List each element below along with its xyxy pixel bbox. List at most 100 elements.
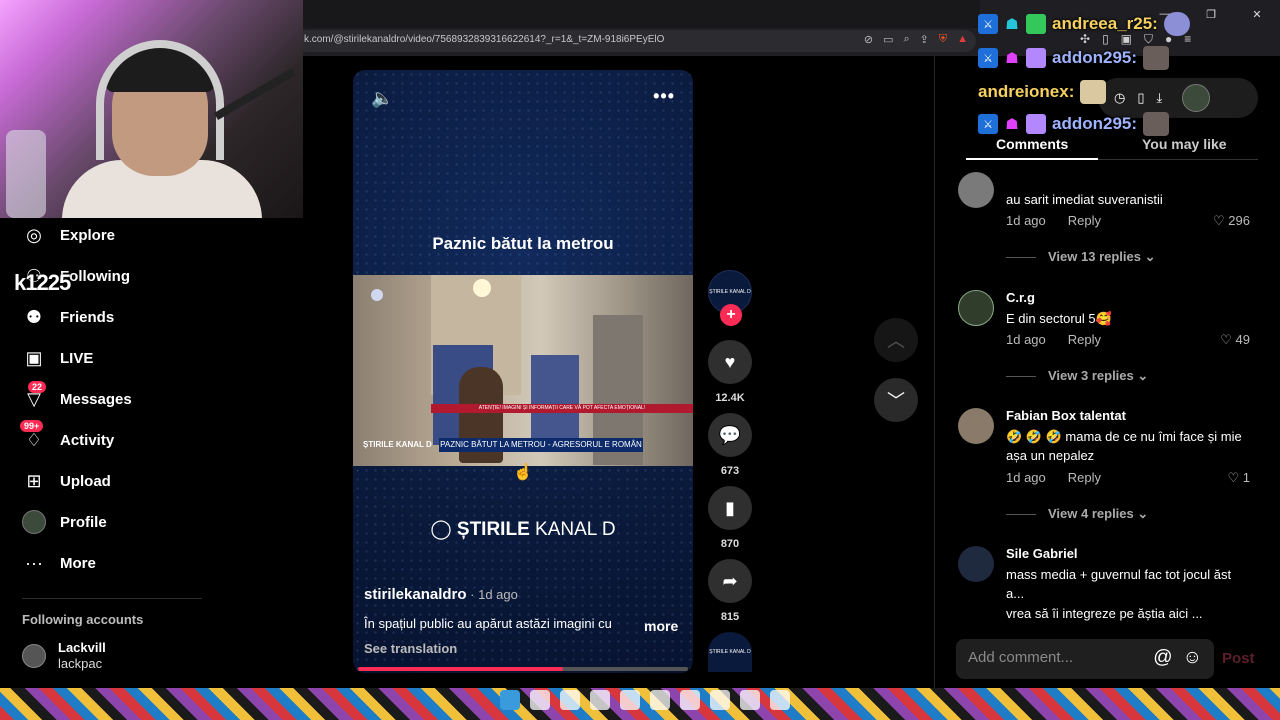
video-progress-bar[interactable] (358, 667, 688, 671)
video-more-icon[interactable]: ••• (653, 86, 675, 107)
nav-live[interactable]: ▣ LIVE (22, 341, 93, 375)
nav-more[interactable]: ··· More (22, 546, 96, 580)
save-count: 870 (720, 538, 740, 550)
taskbar-app-icon[interactable] (650, 690, 670, 710)
next-video-button[interactable]: ﹀ (874, 378, 918, 422)
url-text[interactable]: k.com/@stirilekanaldro/video/75689328393… (304, 34, 664, 45)
nav-friends[interactable]: ⚉ Friends (22, 300, 114, 334)
comment-avatar[interactable] (958, 408, 994, 444)
heart-icon[interactable]: ♥ (708, 340, 752, 384)
nav-activity[interactable]: ♢ 99+ Activity (20, 420, 114, 457)
comment-like[interactable]: ♡ 1 (1227, 470, 1250, 486)
tab-you-may-like[interactable]: You may like (1142, 136, 1227, 152)
comment-like[interactable]: ♡ 49 (1220, 332, 1250, 348)
emoji-icon[interactable]: ☺ (1183, 647, 1202, 669)
nav-upload[interactable]: ⊞ Upload (22, 464, 110, 498)
account-handle: lackpac (58, 656, 103, 671)
bookmark-icon[interactable]: ▮ (708, 486, 752, 530)
close-icon[interactable]: ✕ (1234, 0, 1280, 28)
chevron-up-icon: ︿ (887, 331, 905, 351)
nav-friends-label: Friends (60, 308, 115, 326)
robot-badge-icon: ☗ (1005, 16, 1019, 33)
heart-outline-icon[interactable]: ♡ (1227, 470, 1239, 485)
phone-icon[interactable]: ▯ (1137, 90, 1144, 106)
share-icon[interactable]: ⇪ (920, 33, 929, 46)
compass-icon: ◎ (26, 224, 42, 245)
clip-blue-panel-2 (531, 355, 579, 445)
comment-count: 673 (720, 465, 740, 477)
taskbar-app-icon[interactable] (620, 690, 640, 710)
author-name[interactable]: stirilekanaldro (364, 586, 467, 603)
reply-button[interactable]: Reply (1068, 213, 1101, 228)
like-action[interactable]: ♥ 12.4K (708, 340, 752, 404)
zoom-icon[interactable]: ⌕ (903, 33, 909, 46)
heart-outline-icon[interactable]: ♡ (1213, 213, 1225, 228)
video-caption: În spațiul public au apărut astăzi imagi… (364, 616, 612, 631)
comment-user[interactable]: C.r.g (1006, 290, 1035, 305)
taskbar-app-icon[interactable] (530, 690, 550, 710)
comment-user[interactable]: Fabian Box talentat (1006, 408, 1126, 423)
taskbar-app-icon[interactable] (560, 690, 580, 710)
comment-icon[interactable]: 💬 (708, 413, 752, 457)
previous-video-button[interactable]: ︿ (874, 318, 918, 362)
tab-strip[interactable] (300, 0, 980, 28)
view-replies-button[interactable]: View 13 replies ⌄ (1006, 249, 1156, 265)
save-action[interactable]: ▮ 870 (708, 486, 752, 550)
download-icon[interactable]: ⤓ (1157, 90, 1163, 106)
comment-like[interactable]: ♡ 296 (1213, 213, 1250, 229)
view-replies-button[interactable]: View 3 replies ⌄ (1006, 368, 1148, 384)
robot-badge-icon: ☗ (1005, 50, 1019, 67)
chat-badges: ⚔ ☗ (978, 14, 1046, 34)
comment-avatar[interactable] (958, 290, 994, 326)
brand-light: KANAL D (529, 519, 616, 540)
windows-start-icon[interactable] (500, 690, 520, 710)
clip-logo: ȘTIRILE KANAL D (363, 440, 432, 449)
nav-explore[interactable]: ◎ Explore (22, 218, 115, 252)
nav-live-label: LIVE (60, 349, 94, 367)
right-panel-divider (934, 56, 935, 688)
address-bar[interactable]: k.com/@stirilekanaldro/video/75689328393… (296, 30, 976, 52)
reply-button[interactable]: Reply (1068, 332, 1101, 347)
comment-avatar[interactable] (958, 546, 994, 582)
video-author[interactable]: stirilekanaldro · 1d ago (364, 586, 518, 603)
video-brand: ◯ ȘTIRILE KANAL D (430, 519, 616, 540)
share-action[interactable]: ➦ 815 (708, 559, 752, 623)
comment-avatar[interactable] (958, 172, 994, 208)
nav-profile[interactable]: Profile (22, 505, 107, 539)
taskbar-app-icon[interactable] (590, 690, 610, 710)
brave-shield-icon[interactable]: ⛨ (939, 33, 947, 46)
cast-icon[interactable]: ▭ (883, 33, 893, 46)
next-creator-avatar[interactable]: ȘTIRILE KANAL D (708, 632, 752, 672)
tracking-icon[interactable]: ⊘ (864, 33, 873, 46)
taskbar-app-icon[interactable] (770, 690, 790, 710)
taskbar-app-icon[interactable] (740, 690, 760, 710)
video-player[interactable]: 🔈 ••• Paznic bătut la metrou ATENȚIE! IM… (353, 70, 693, 673)
webcam-overlay (0, 0, 303, 218)
comment-user[interactable]: Sile Gabriel (1006, 546, 1078, 561)
chevron-down-icon: ﹀ (887, 391, 905, 411)
chat-message: ⚔ ☗ addon295: (978, 110, 1170, 138)
chat-message: ⚔ ☗ addon295: (978, 44, 1170, 72)
clock-icon[interactable]: ◷ (1114, 90, 1125, 106)
nav-messages[interactable]: ▽ 22 Messages (22, 381, 132, 416)
restore-icon[interactable]: ❐ (1188, 0, 1234, 28)
rewards-icon[interactable]: ▲ (957, 33, 968, 46)
see-translation-link[interactable]: See translation (364, 641, 457, 656)
reply-button[interactable]: Reply (1068, 470, 1101, 485)
view-replies-button[interactable]: View 4 replies ⌄ (1006, 506, 1148, 522)
caption-more-link[interactable]: more (644, 618, 678, 634)
taskbar-app-icon[interactable] (710, 690, 730, 710)
mention-icon[interactable]: @ (1153, 647, 1172, 669)
comment-input[interactable] (968, 649, 1138, 666)
follow-plus-button[interactable]: + (720, 304, 742, 326)
post-button[interactable]: Post (1222, 650, 1255, 667)
following-account[interactable]: Lackvill lackpac (22, 640, 106, 672)
comment-action[interactable]: 💬 673 (708, 413, 752, 477)
user-avatar[interactable] (1182, 84, 1211, 112)
tab-comments[interactable]: Comments (996, 136, 1068, 152)
cloud-emote-icon (1163, 12, 1190, 36)
volume-icon[interactable]: 🔈 (371, 88, 393, 109)
taskbar-app-icon[interactable] (680, 690, 700, 710)
heart-outline-icon[interactable]: ♡ (1220, 332, 1232, 347)
share-arrow-icon[interactable]: ➦ (708, 559, 752, 603)
